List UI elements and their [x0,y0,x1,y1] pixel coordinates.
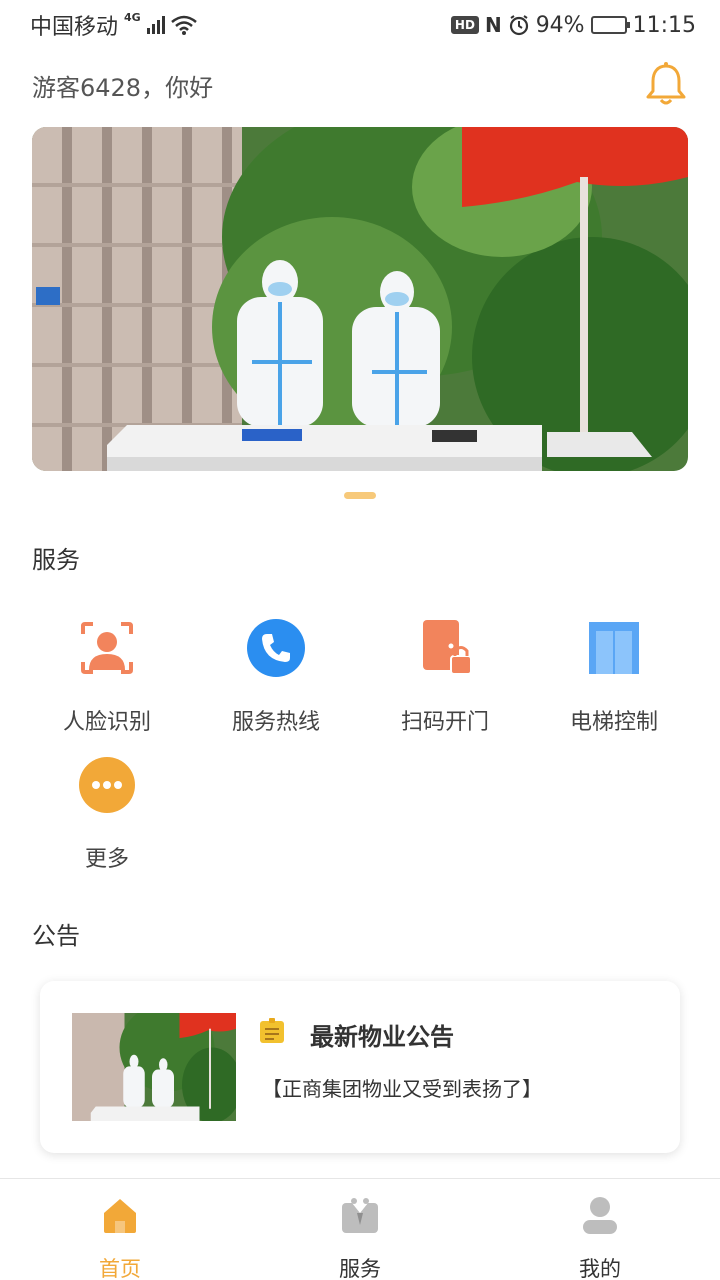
tab-service[interactable]: 服务 [300,1195,420,1280]
phone-icon [247,619,305,677]
home-icon [104,1199,136,1233]
greeting-text: 游客6428，你好 [32,74,214,102]
banner-carousel[interactable] [32,127,688,471]
service-label: 电梯控制 [569,710,658,735]
service-scan-door[interactable]: 扫码开门 [360,618,530,736]
tab-label: 首页 [99,1257,141,1280]
bottom-tab-bar: 首页 服务 我的 [0,1178,720,1280]
more-icon [79,757,135,813]
notice-subtitle: 【正商集团物业又受到表扬了】 [262,1077,542,1101]
services-title: 服务 [32,546,80,574]
tab-home[interactable]: 首页 [60,1195,180,1280]
notice-icon [260,1018,284,1043]
alarm-icon [509,15,528,36]
elevator-icon [589,622,639,674]
wifi-icon [170,15,197,35]
bell-icon[interactable] [644,60,688,108]
carousel-indicator[interactable] [344,492,376,499]
nfc-icon: N [484,13,502,37]
notice-card[interactable]: 最新物业公告 【正商集团物业又受到表扬了】 [40,981,680,1153]
status-bar: 中国移动 4G HD N 94% 11:15 [0,0,720,50]
battery-icon [590,16,630,34]
service-label: 服务热线 [231,710,320,735]
status-left: 中国移动 4G [30,9,197,41]
service-label: 人脸识别 [62,710,151,735]
home-screen: 中国移动 4G HD N 94% 11:15 游客6428，你好 服务 人脸识别… [0,0,720,1280]
network-type: 4G [124,10,141,24]
service-face-recognition[interactable]: 人脸识别 [22,618,192,736]
service-elevator[interactable]: 电梯控制 [529,618,699,736]
service-label: 扫码开门 [400,710,489,735]
service-more[interactable]: 更多 [22,755,192,873]
clock: 11:15 [632,12,696,38]
door-lock-icon [423,620,472,675]
profile-icon [583,1197,617,1234]
face-recognition-icon [81,622,133,674]
signal-icon [146,16,165,34]
tab-profile[interactable]: 我的 [540,1195,660,1280]
status-right: HD N 94% 11:15 [450,12,696,38]
service-icon [342,1198,378,1233]
notice-title: 最新物业公告 [310,1023,454,1051]
service-label: 更多 [84,847,129,872]
battery-percent: 94% [535,12,585,38]
banner-photo [32,127,688,471]
notice-thumbnail [72,1013,236,1121]
hd-icon: HD [450,16,479,34]
service-hotline[interactable]: 服务热线 [191,618,361,736]
tab-label: 我的 [579,1257,621,1280]
carrier-name: 中国移动 [30,15,119,40]
notices-title: 公告 [32,922,80,950]
tab-label: 服务 [339,1257,381,1280]
